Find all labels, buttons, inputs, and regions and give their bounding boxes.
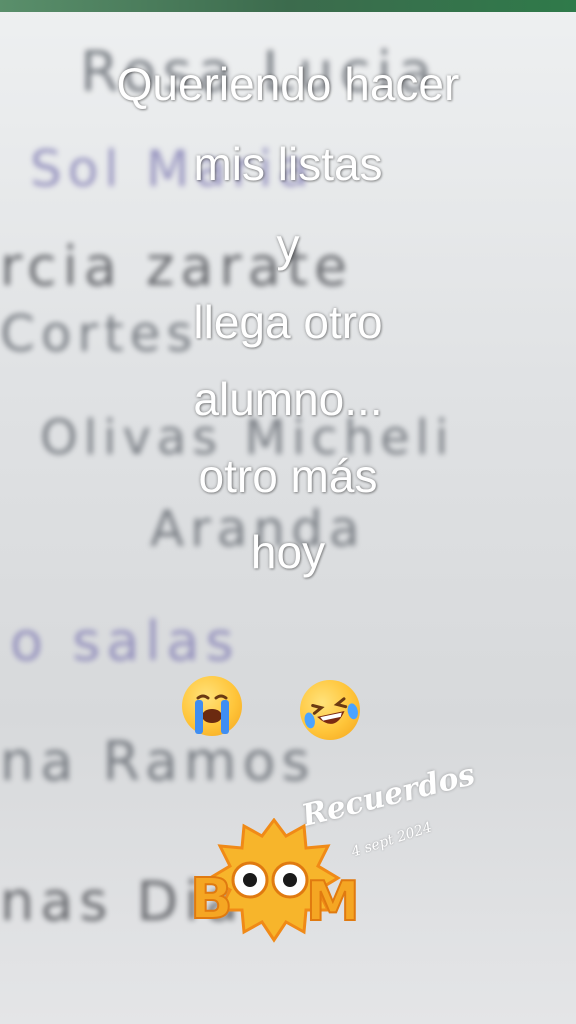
svg-text:B: B: [190, 867, 233, 932]
boom-sticker-graphic: B M: [189, 817, 361, 943]
svg-text:M: M: [306, 870, 360, 933]
boom-sticker: B M: [186, 817, 362, 944]
caption-line: otro más: [198, 450, 378, 502]
laughing-face-glyph: [304, 697, 358, 729]
caption-line: y: [276, 219, 300, 271]
crying-face-glyph: [195, 694, 229, 734]
caption-line: hoy: [250, 526, 326, 578]
caption-line: mis listas: [193, 138, 383, 190]
caption-line: alumno...: [193, 373, 383, 425]
crying-face-icon: [182, 676, 242, 736]
laughing-face-icon: [294, 674, 366, 746]
handwriting-line: na Ramos: [0, 730, 316, 793]
handwriting-line: o salas: [10, 610, 240, 673]
caption-line: llega otro: [193, 296, 383, 348]
top-edge-strip: [0, 0, 576, 12]
caption-line: Queriendo hacer: [116, 58, 460, 110]
